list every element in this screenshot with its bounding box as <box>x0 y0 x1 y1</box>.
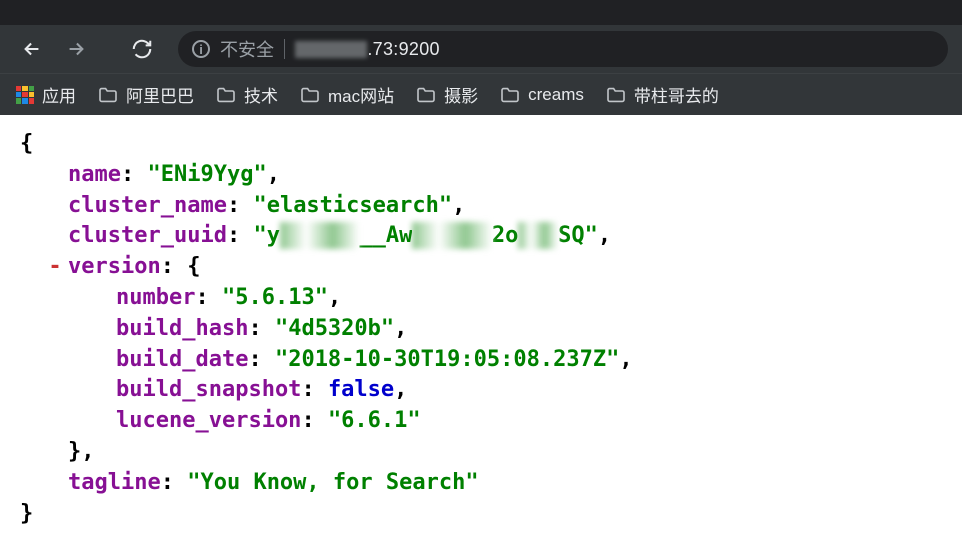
apps-label: 应用 <box>42 82 76 107</box>
bookmark-folder[interactable]: creams <box>500 85 584 105</box>
folder-icon <box>606 87 626 103</box>
json-value: "6.6.1" <box>328 408 421 433</box>
browser-toolbar: i 不安全 1IJ.2 .. ...73:9200 <box>0 25 962 73</box>
bookmarks-bar: 应用 阿里巴巴 技术 mac网站 摄影 creams 带柱哥去的 <box>0 73 962 115</box>
json-value: "elasticsearch" <box>253 193 452 218</box>
redacted-text: XXX <box>518 221 558 252</box>
json-key: number <box>116 285 195 310</box>
bookmark-label: 阿里巴巴 <box>126 82 194 107</box>
json-key: build_hash <box>116 316 248 341</box>
redacted-text: XXXXXX <box>280 221 359 252</box>
json-response-body: { name: "ENi9Yyg", cluster_name: "elasti… <box>0 115 962 543</box>
json-key: build_date <box>116 347 248 372</box>
bookmark-label: creams <box>528 85 584 105</box>
json-value: "2018-10-30T19:05:08.237Z" <box>275 347 619 372</box>
json-key: lucene_version <box>116 408 301 433</box>
json-key: build_snapshot <box>116 377 301 402</box>
folder-icon <box>98 87 118 103</box>
json-value-partial: "y <box>253 223 280 248</box>
bookmark-label: 带柱哥去的 <box>634 82 719 107</box>
folder-icon <box>416 87 436 103</box>
json-key: tagline <box>68 470 161 495</box>
bookmark-label: 技术 <box>244 82 278 107</box>
forward-button[interactable] <box>58 31 94 67</box>
json-key: version <box>68 254 161 279</box>
browser-tab-strip <box>0 0 962 25</box>
info-icon[interactable]: i <box>192 40 210 58</box>
bookmark-folder[interactable]: 技术 <box>216 82 278 107</box>
back-button[interactable] <box>14 31 50 67</box>
bookmark-folder[interactable]: mac网站 <box>300 82 394 107</box>
folder-icon <box>500 87 520 103</box>
json-value: "ENi9Yyg" <box>147 162 266 187</box>
bookmark-label: 摄影 <box>444 82 478 107</box>
address-bar[interactable]: i 不安全 1IJ.2 .. ...73:9200 <box>178 31 948 67</box>
bookmark-label: mac网站 <box>328 82 394 107</box>
json-key: cluster_uuid <box>68 223 227 248</box>
json-key: name <box>68 162 121 187</box>
apps-shortcut[interactable]: 应用 <box>16 82 76 107</box>
redacted-text: XXXXXX <box>412 221 491 252</box>
json-value: "5.6.13" <box>222 285 328 310</box>
url-obscured-part: 1IJ.2 .. .. <box>295 39 367 60</box>
reload-button[interactable] <box>124 31 160 67</box>
json-value: "4d5320b" <box>275 316 394 341</box>
collapse-toggle[interactable]: - <box>48 252 62 283</box>
json-value: "You Know, for Search" <box>187 470 478 495</box>
bookmark-folder[interactable]: 带柱哥去的 <box>606 82 719 107</box>
bookmark-folder[interactable]: 摄影 <box>416 82 478 107</box>
insecure-label: 不安全 <box>220 36 274 62</box>
folder-icon <box>216 87 236 103</box>
address-divider <box>284 39 285 59</box>
url-visible-part: .73:9200 <box>367 39 439 59</box>
url-text: 1IJ.2 .. ...73:9200 <box>295 39 440 60</box>
bookmark-folder[interactable]: 阿里巴巴 <box>98 82 194 107</box>
json-key: cluster_name <box>68 193 227 218</box>
apps-grid-icon <box>16 86 34 104</box>
json-value: false <box>328 377 394 402</box>
folder-icon <box>300 87 320 103</box>
